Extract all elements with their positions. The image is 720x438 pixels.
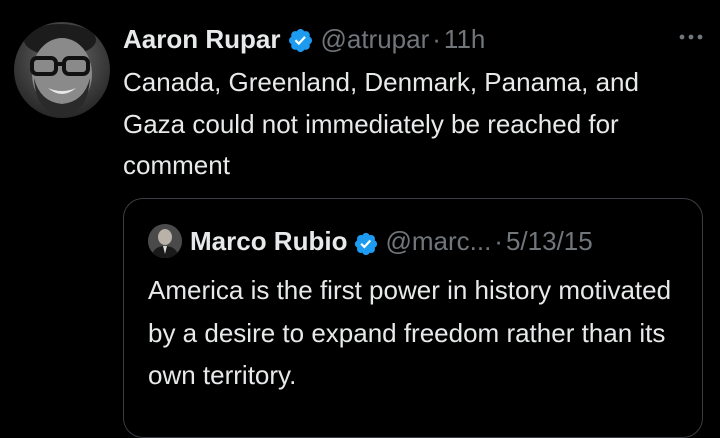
user-avatar-icon [24,24,96,116]
separator-dot: · [432,24,441,54]
author-handle[interactable]: @atrupar [320,20,429,58]
timestamp[interactable]: 11h [444,20,485,58]
quoted-author-avatar[interactable] [148,224,182,258]
quoted-tweet-card[interactable]: Marco Rubio @marc... · 5/13/15 America i… [123,198,703,438]
quoted-author-handle[interactable]: @marc... [385,221,491,261]
separator-dot: · [494,226,503,256]
quoted-tweet-text: America is the first power in history mo… [148,275,672,390]
author-name[interactable]: Aaron Rupar [123,20,280,58]
verified-badge-icon [353,228,379,256]
quoted-date[interactable]: 5/13/15 [506,221,593,261]
tweet-header: Aaron Rupar @atrupar · 11h [123,20,485,58]
tweet: Aaron Rupar @atrupar · 11h Canada, Green… [0,0,720,438]
verified-badge-icon [287,26,314,53]
user-avatar-icon [148,224,182,258]
more-options-icon[interactable] [676,24,706,50]
tweet-text: Canada, Greenland, Denmark, Panama, and … [123,67,639,180]
quoted-author-name[interactable]: Marco Rubio [190,221,347,261]
author-avatar[interactable] [14,22,110,118]
quoted-tweet-header: Marco Rubio @marc... · 5/13/15 [148,221,593,261]
